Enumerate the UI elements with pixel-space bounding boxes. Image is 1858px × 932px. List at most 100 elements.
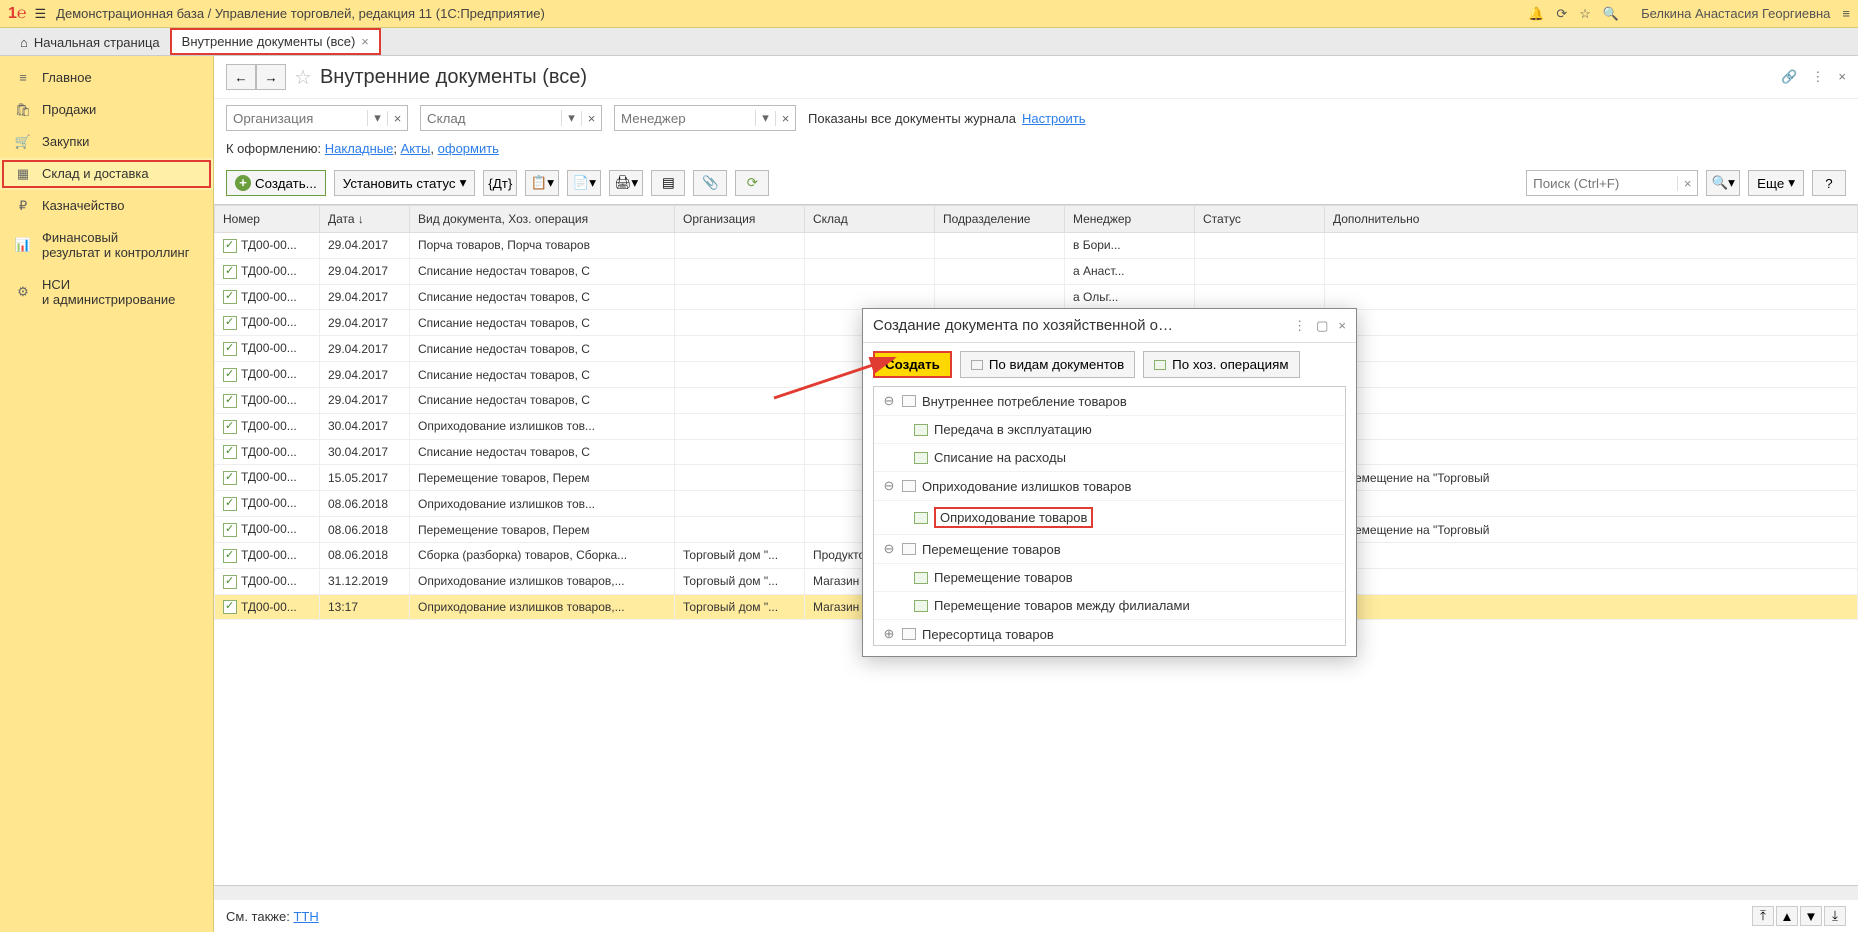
- find-button[interactable]: 🔍▾: [1706, 170, 1740, 196]
- more-button[interactable]: Еще ▾: [1748, 170, 1804, 196]
- tree-group[interactable]: ⊖Перемещение товаров: [874, 535, 1345, 564]
- kebab-icon[interactable]: ⋮: [1811, 69, 1824, 85]
- expander-icon[interactable]: ⊖: [882, 478, 896, 494]
- tree-item[interactable]: Перемещение товаров: [874, 564, 1345, 592]
- nav-back-button[interactable]: ←: [226, 64, 256, 90]
- set-status-button[interactable]: Установить статус ▾: [334, 170, 476, 196]
- copy-icon[interactable]: 📋▾: [525, 170, 559, 196]
- col-header[interactable]: Организация: [675, 206, 805, 233]
- tree-group[interactable]: ⊖Оприходование излишков товаров: [874, 472, 1345, 501]
- print-icon[interactable]: 🖨▾: [609, 170, 643, 196]
- filter-sklad[interactable]: ▾ ×: [420, 105, 602, 131]
- table-row[interactable]: ТД00-00...29.04.2017Списание недостач то…: [215, 284, 1858, 310]
- by-op-button[interactable]: По хоз. операциям: [1143, 351, 1299, 378]
- search-input[interactable]: [1527, 176, 1677, 191]
- table-row[interactable]: ТД00-00...29.04.2017Порча товаров, Порча…: [215, 233, 1858, 259]
- manager-input[interactable]: [615, 111, 755, 126]
- user-name[interactable]: Белкина Анастасия Георгиевна: [1641, 6, 1830, 21]
- search-icon[interactable]: 🔍: [1603, 6, 1619, 22]
- leaf-icon: [914, 600, 928, 612]
- ttn-link[interactable]: ТТН: [293, 909, 318, 924]
- history-icon[interactable]: ⟳: [1556, 6, 1567, 22]
- col-header[interactable]: Дополнительно: [1325, 206, 1858, 233]
- cell: ТД00-00...: [215, 491, 320, 517]
- sidebar-item-4[interactable]: ₽Казначейство: [0, 190, 213, 222]
- clear-icon[interactable]: ×: [775, 111, 795, 126]
- refresh-icon[interactable]: ⟳: [735, 170, 769, 196]
- tree-item[interactable]: Передача в эксплуатацию: [874, 416, 1345, 444]
- sidebar-item-5[interactable]: 📊Финансовыйрезультат и контроллинг: [0, 222, 213, 269]
- kebab-icon[interactable]: ⋮: [1293, 318, 1306, 334]
- operation-tree[interactable]: ⊖Внутреннее потребление товаровПередача …: [873, 386, 1346, 646]
- page-down-icon[interactable]: ▼: [1800, 906, 1822, 926]
- page-last-icon[interactable]: ⤓: [1824, 906, 1846, 926]
- create-button[interactable]: + Создать...: [226, 170, 326, 196]
- sidebar-item-2[interactable]: 🛒Закупки: [0, 126, 213, 158]
- clear-icon[interactable]: ×: [581, 111, 601, 126]
- sidebar-item-3[interactable]: ▦Склад и доставка: [0, 158, 213, 190]
- equals-icon[interactable]: ≡: [1842, 6, 1850, 21]
- org-input[interactable]: [227, 111, 367, 126]
- page-close-icon[interactable]: ×: [1838, 69, 1846, 85]
- tree-item[interactable]: Перемещение товаров между филиалами: [874, 592, 1345, 620]
- bell-icon[interactable]: 🔔: [1528, 6, 1544, 22]
- dt-icon[interactable]: {Дт}: [483, 170, 517, 196]
- by-doc-button[interactable]: По видам документов: [960, 351, 1135, 378]
- chevron-down-icon[interactable]: ▾: [561, 110, 581, 126]
- cell: Оприходование излишков тов...: [410, 413, 675, 439]
- col-header[interactable]: Подразделение: [935, 206, 1065, 233]
- col-header[interactable]: Менеджер: [1065, 206, 1195, 233]
- oformit-link[interactable]: оформить: [438, 141, 499, 156]
- dialog-create-button[interactable]: Создать: [873, 351, 952, 378]
- tree-item[interactable]: Списание на расходы: [874, 444, 1345, 472]
- clear-icon[interactable]: ×: [1677, 176, 1697, 191]
- cell: 08.06.2018: [320, 491, 410, 517]
- configure-link[interactable]: Настроить: [1022, 111, 1086, 126]
- col-header[interactable]: Дата ↓: [320, 206, 410, 233]
- expander-icon[interactable]: ⊕: [882, 626, 896, 642]
- table-row[interactable]: ТД00-00...29.04.2017Списание недостач то…: [215, 258, 1858, 284]
- tab-internal-docs[interactable]: Внутренние документы (все) ×: [170, 28, 381, 55]
- cell: [1325, 491, 1858, 517]
- expander-icon[interactable]: ⊖: [882, 541, 896, 557]
- star-icon[interactable]: ☆: [1579, 6, 1591, 22]
- favorite-icon[interactable]: ☆: [294, 65, 312, 90]
- col-header[interactable]: Склад: [805, 206, 935, 233]
- h-scrollbar[interactable]: [214, 885, 1858, 899]
- report-icon[interactable]: ▤: [651, 170, 685, 196]
- page-up-icon[interactable]: ▲: [1776, 906, 1798, 926]
- col-header[interactable]: Вид документа, Хоз. операция: [410, 206, 675, 233]
- sidebar-item-0[interactable]: ≡Главное: [0, 62, 213, 94]
- chevron-down-icon[interactable]: ▾: [367, 110, 387, 126]
- sklad-input[interactable]: [421, 111, 561, 126]
- link-icon[interactable]: 🔗: [1781, 69, 1797, 85]
- main-menu-icon[interactable]: ☰: [35, 6, 47, 22]
- chevron-down-icon[interactable]: ▾: [755, 110, 775, 126]
- tree-label: Перемещение товаров: [934, 570, 1073, 585]
- nav-forward-button[interactable]: →: [256, 64, 286, 90]
- attach-icon[interactable]: 📎: [693, 170, 727, 196]
- help-icon[interactable]: ?: [1812, 170, 1846, 196]
- nav-icon: ≡: [14, 70, 32, 85]
- expander-icon[interactable]: ⊖: [882, 393, 896, 409]
- close-icon[interactable]: ×: [361, 34, 369, 49]
- akty-link[interactable]: Акты: [401, 141, 431, 156]
- page-first-icon[interactable]: ⤒: [1752, 906, 1774, 926]
- cell: 29.04.2017: [320, 310, 410, 336]
- tab-home[interactable]: ⌂ Начальная страница: [10, 28, 170, 55]
- sidebar-item-1[interactable]: 🛍Продажи: [0, 94, 213, 126]
- tree-group[interactable]: ⊕Пересортица товаров: [874, 620, 1345, 646]
- tree-item[interactable]: Оприходование товаров: [874, 501, 1345, 535]
- close-icon[interactable]: ×: [1338, 318, 1346, 333]
- clear-icon[interactable]: ×: [387, 111, 407, 126]
- paste-icon[interactable]: 📄▾: [567, 170, 601, 196]
- nakladnye-link[interactable]: Накладные: [325, 141, 394, 156]
- col-header[interactable]: Статус: [1195, 206, 1325, 233]
- maximize-icon[interactable]: ▢: [1316, 318, 1328, 334]
- tree-group[interactable]: ⊖Внутреннее потребление товаров: [874, 387, 1345, 416]
- search-box[interactable]: ×: [1526, 170, 1698, 196]
- filter-organization[interactable]: ▾ ×: [226, 105, 408, 131]
- sidebar-item-6[interactable]: ⚙НСИи администрирование: [0, 269, 213, 316]
- filter-manager[interactable]: ▾ ×: [614, 105, 796, 131]
- col-header[interactable]: Номер: [215, 206, 320, 233]
